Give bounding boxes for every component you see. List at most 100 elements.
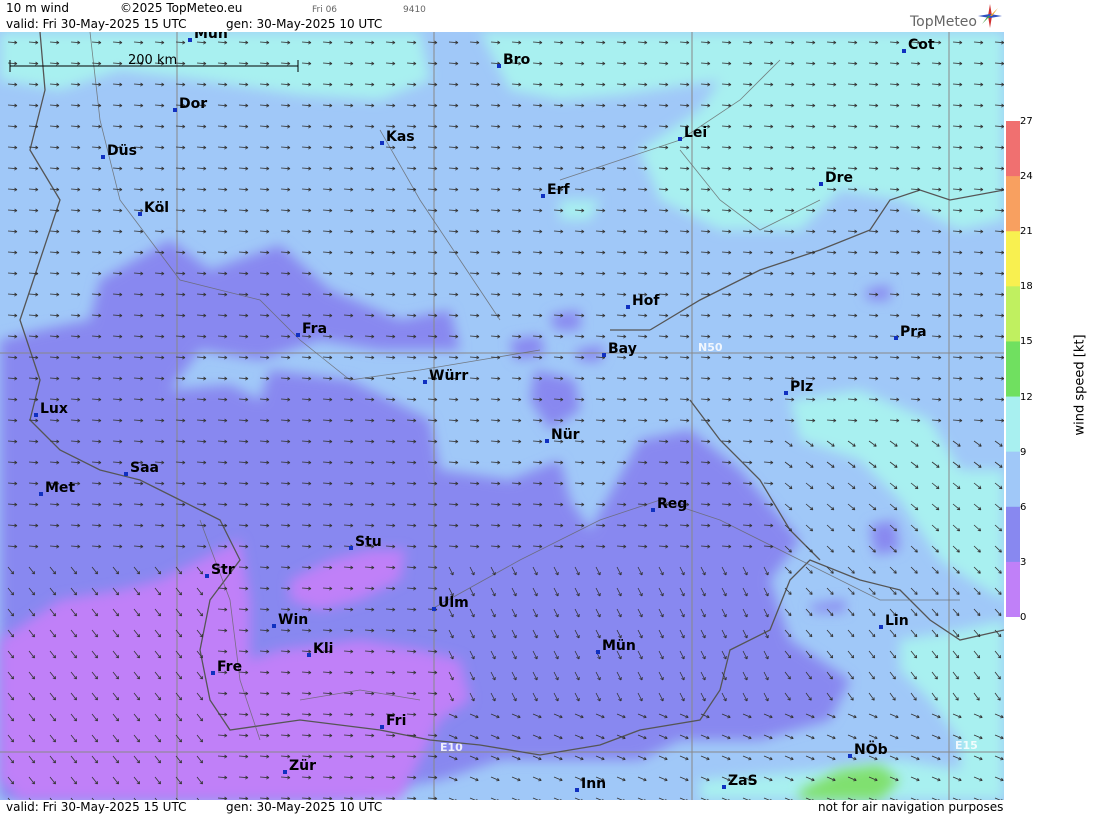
valid-time-top: valid: Fri 30-May-2025 15 UTC: [6, 17, 187, 31]
legend-swatch: [1006, 506, 1020, 563]
copyright: ©2025 TopMeteo.eu: [120, 1, 243, 15]
city-label: Stu: [355, 534, 382, 550]
city-label: Fre: [217, 659, 242, 675]
city-label: Inn: [581, 776, 606, 792]
city-label: Düs: [107, 143, 137, 159]
legend-swatch: [1006, 341, 1020, 398]
city-label: Köl: [144, 200, 169, 216]
city-label: Bay: [608, 341, 637, 357]
city-label: Plz: [790, 379, 813, 395]
city-marker-icon: [722, 785, 726, 789]
gen-time-top: gen: 30-May-2025 10 UTC: [226, 17, 383, 31]
city-marker-icon: [296, 333, 300, 337]
city-marker-icon: [349, 546, 353, 550]
legend-tick: 15: [1020, 336, 1033, 348]
city-label: Win: [278, 612, 308, 628]
city-marker-icon: [188, 38, 192, 42]
city-label: Kas: [386, 129, 415, 145]
city-marker-icon: [283, 770, 287, 774]
city-marker-icon: [432, 607, 436, 611]
city-label: Lin: [885, 613, 909, 629]
city-marker-icon: [307, 653, 311, 657]
city-marker-icon: [380, 725, 384, 729]
city-marker-icon: [138, 212, 142, 216]
city-marker-icon: [211, 671, 215, 675]
disclaimer: not for air navigation purposes: [818, 800, 1004, 814]
city-label: Fra: [302, 321, 327, 337]
code-label: 9410: [403, 5, 426, 15]
legend-swatch: [1006, 451, 1020, 508]
grid-label-e15: E15: [955, 739, 978, 752]
city-label: Lux: [40, 401, 68, 417]
city-label: Cot: [908, 37, 935, 53]
run-label: Fri 06: [312, 5, 338, 15]
city-marker-icon: [497, 64, 501, 68]
city-marker-icon: [34, 413, 38, 417]
legend-tick: 12: [1020, 391, 1033, 403]
city-marker-icon: [380, 141, 384, 145]
legend-tick: 0: [1020, 611, 1027, 623]
city-marker-icon: [124, 472, 128, 476]
city-label: Mün: [602, 638, 636, 654]
city-label: Dre: [825, 170, 853, 186]
city-marker-icon: [541, 194, 545, 198]
legend-tick: 24: [1020, 171, 1033, 183]
city-label: Saa: [130, 460, 159, 476]
color-legend: [1006, 121, 1020, 617]
city-marker-icon: [101, 155, 105, 159]
legend-swatch: [1006, 396, 1020, 453]
city-label: Mün: [194, 32, 228, 42]
city-marker-icon: [173, 108, 177, 112]
city-marker-icon: [205, 574, 209, 578]
topmeteo-logo: TopMeteo: [910, 14, 977, 30]
city-marker-icon: [423, 380, 427, 384]
city-marker-icon: [678, 137, 682, 141]
legend-swatch: [1006, 176, 1020, 232]
city-marker-icon: [626, 305, 630, 309]
grid-label-n50: N50: [698, 341, 723, 354]
legend-tick: 27: [1020, 116, 1033, 127]
city-label: Pra: [900, 324, 927, 340]
city-label: Erf: [547, 182, 570, 198]
legend-tick: 6: [1020, 501, 1027, 513]
city-label: Lei: [684, 125, 707, 141]
city-label: Bro: [503, 52, 531, 68]
city-marker-icon: [819, 182, 823, 186]
compass-logo-icon: [978, 4, 1002, 28]
city-label: Zür: [289, 758, 316, 774]
city-marker-icon: [545, 439, 549, 443]
city-label: Dor: [179, 96, 207, 112]
city-marker-icon: [879, 625, 883, 629]
city-label: Hof: [632, 293, 660, 309]
city-marker-icon: [596, 650, 600, 654]
legend-swatch: [1006, 286, 1020, 342]
city-label: Met: [45, 480, 75, 496]
legend-swatch: [1006, 231, 1020, 287]
city-marker-icon: [575, 788, 579, 792]
map-title: 10 m wind: [6, 1, 69, 15]
legend-tick: 9: [1020, 446, 1027, 458]
city-label: NÖb: [854, 740, 888, 758]
city-label: Kli: [313, 641, 333, 657]
city-marker-icon: [602, 353, 606, 357]
legend-swatch: [1006, 561, 1020, 617]
scale-bar-label: 200 km: [128, 53, 177, 68]
city-marker-icon: [784, 391, 788, 395]
city-label: Reg: [657, 496, 687, 512]
city-marker-icon: [848, 754, 852, 758]
city-marker-icon: [902, 49, 906, 53]
legend-title: wind speed [kt]: [1072, 334, 1088, 436]
city-marker-icon: [894, 336, 898, 340]
city-marker-icon: [39, 492, 43, 496]
city-label: ZaS: [728, 773, 758, 789]
wind-map[interactable]: N50 E10 E15 200 km Mün Dor Düs Köl Kas Bro Cot…: [0, 32, 1004, 800]
legend-tick: 18: [1020, 281, 1033, 293]
city-label: Würr: [429, 368, 468, 384]
valid-time-bottom: valid: Fri 30-May-2025 15 UTC: [6, 800, 187, 814]
legend-tick: 3: [1020, 556, 1027, 568]
city-label: Fri: [386, 713, 406, 729]
city-marker-icon: [651, 508, 655, 512]
legend-swatch: [1006, 121, 1020, 177]
city-label: Ulm: [438, 595, 469, 611]
city-label: Str: [211, 562, 235, 578]
